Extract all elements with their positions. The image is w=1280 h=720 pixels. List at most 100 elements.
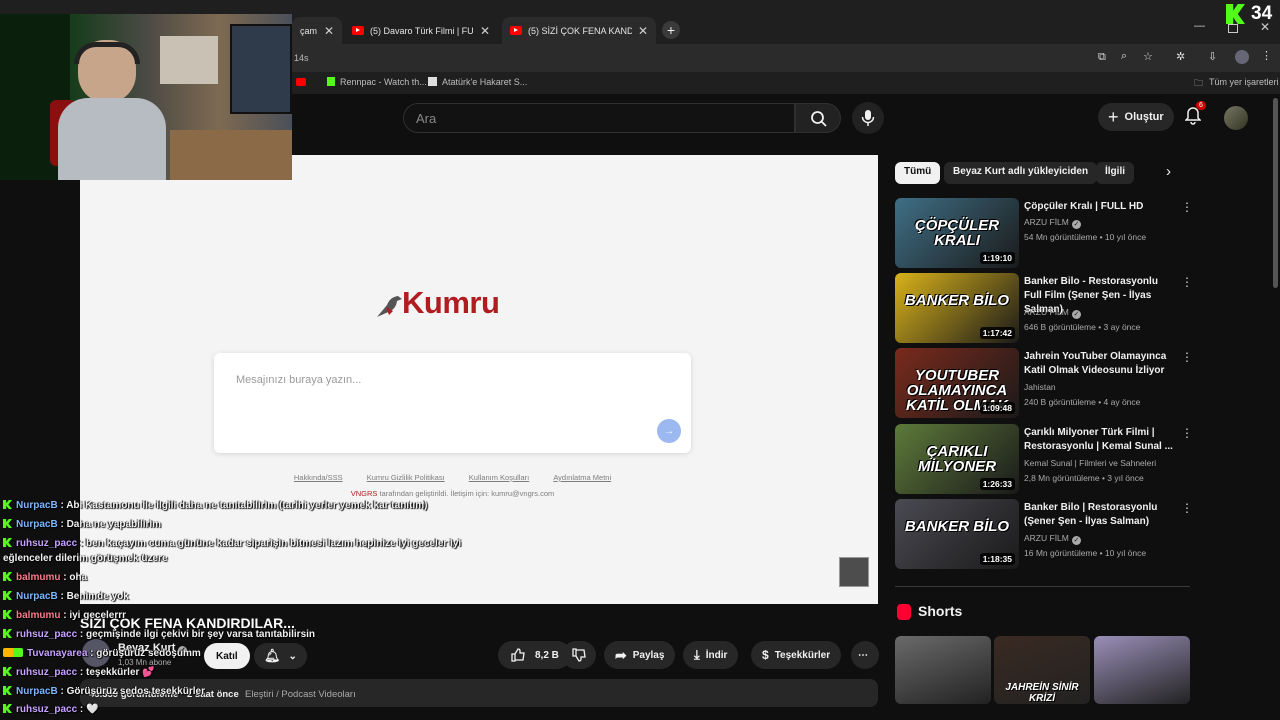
account-avatar[interactable] [1224,106,1248,130]
channel-name-text: ARZU FİLM [1024,533,1069,543]
video-thumbnail[interactable]: BANKER BİLO 1:17:42 [895,273,1019,343]
close-tab-icon[interactable]: ✕ [480,24,490,38]
profile-icon[interactable] [1235,50,1249,64]
chat-separator: : [57,500,67,511]
maximize-button[interactable] [1228,24,1238,33]
close-tab-icon[interactable]: ✕ [638,24,648,38]
all-bookmarks-link[interactable]: Tüm yer işaretleri [1209,77,1279,87]
recommendation-item[interactable]: ÇÖPÇÜLER KRALI 1:19:10 Çöpçüler Kralı | … [895,198,1195,268]
notification-badge: 6 [1196,101,1206,110]
send-button[interactable]: → [657,419,681,443]
notifications-button[interactable]: 6 [1184,101,1206,130]
kick-badge-icon [3,538,12,547]
video-title[interactable]: Jahrein YouTuber Olamayınca Katil Olmak … [1024,350,1174,378]
chat-username[interactable]: NurpacB [16,591,58,602]
youtube-bookmark-icon[interactable] [296,78,306,86]
channel-watermark-icon[interactable] [839,557,869,587]
video-title[interactable]: Çöpçüler Kralı | FULL HD [1024,200,1174,214]
recommendation-item[interactable]: BANKER BİLO 1:17:42 Banker Bilo - Restor… [895,273,1195,343]
shorts-heading: Shorts [918,603,963,619]
more-options-icon[interactable]: ⋮ [1181,426,1193,440]
chat-username[interactable]: NurpacB [16,519,58,530]
extensions-icon[interactable]: ✲ [1176,50,1185,63]
chat-username[interactable]: ruhsuz_pacc [16,667,77,678]
dislike-button[interactable] [562,641,596,669]
zoom-icon[interactable]: ⌕ [1121,50,1127,63]
chip-all[interactable]: Tümü [895,162,941,184]
video-thumbnail[interactable]: YOUTUBER OLAMAYINCA KATİL OLMAK 1:09:48 [895,348,1019,418]
voice-search-button[interactable] [852,102,884,134]
chip-uploader[interactable]: Beyaz Kurt adlı yükleyiciden [944,162,1098,184]
video-thumbnail[interactable]: BANKER BİLO 1:18:35 [895,499,1019,569]
video-player[interactable]: Kumru Mesajınızı buraya yazın... → Hakkı… [80,155,878,604]
channel-name[interactable]: ARZU FİLM ✓ [1024,217,1081,229]
recommendation-item[interactable]: YOUTUBER OLAMAYINCA KATİL OLMAK 1:09:48 … [895,348,1195,418]
channel-name[interactable]: ARZU FİLM ✓ [1024,307,1081,319]
new-tab-button[interactable]: + [662,21,680,39]
search-icon [811,111,827,127]
vngrs-link[interactable]: VNGRS [351,489,378,498]
download-button[interactable]: ⤓ İndir [683,641,739,669]
search-button[interactable] [795,103,841,133]
short-thumbnail[interactable]: JAHREİN SİNİR KRİZİ [994,636,1090,704]
video-thumbnail[interactable]: ÇÖPÇÜLER KRALI 1:19:10 [895,198,1019,268]
privacy-link[interactable]: Kumru Gizlilik Politikası [367,473,445,482]
channel-name[interactable]: ARZU FİLM ✓ [1024,533,1081,545]
browser-tab-active[interactable]: (5) SİZİ ÇOK FENA KANDIRDILAR... ✕ [502,17,656,44]
thanks-button[interactable]: $ Teşekkürler [751,641,842,669]
chat-username[interactable]: NurpacB [16,686,58,697]
chat-username[interactable]: NurpacB [16,500,58,511]
video-thumbnail[interactable]: ÇARIKLI MİLYONER 1:26:33 [895,424,1019,494]
more-options-icon[interactable]: ⋮ [1181,275,1193,289]
message-input[interactable]: Mesajınızı buraya yazın... → [214,353,691,453]
about-link[interactable]: Hakkında/SSS [294,473,343,482]
chip-related[interactable]: İlgili [1096,162,1134,184]
channel-name[interactable]: Jahistan [1024,382,1056,392]
more-actions-button[interactable]: ⋯ [851,641,879,669]
chevron-right-icon[interactable]: › [1166,163,1171,180]
join-button[interactable]: Katıl [204,643,250,669]
scrollbar-thumb[interactable] [1273,98,1278,288]
like-button[interactable]: 8,2 B [498,641,571,669]
chat-username[interactable]: Tuvanayarea [27,648,87,659]
short-thumbnail[interactable] [895,636,991,704]
video-meta: 54 Mn görüntüleme • 10 yıl önce [1024,232,1147,242]
video-meta: 240 B görüntüleme • 4 ay önce [1024,397,1141,407]
cast-icon[interactable]: ⧉ [1098,51,1106,64]
bookmark-link[interactable]: Atatürk'e Hakaret S... [442,77,527,87]
browser-menu-icon[interactable]: ⋮ [1261,49,1272,62]
create-button[interactable]: + Oluştur [1098,103,1174,131]
arrow-right-icon: → [664,425,674,437]
more-options-icon[interactable]: ⋮ [1181,350,1193,364]
chat-username[interactable]: balmumu [16,610,60,621]
channel-name[interactable]: Kemal Sunal | Filmleri ve Sahneleri [1024,458,1156,468]
url-field[interactable]: 14s [294,53,309,63]
video-category[interactable]: Eleştiri / Podcast Videoları [245,689,356,700]
search-input[interactable]: Ara [403,103,795,133]
downloads-icon[interactable]: ⇩ [1208,50,1217,63]
page-scrollbar[interactable] [1271,94,1280,720]
short-thumbnail[interactable] [1094,636,1190,704]
chat-username[interactable]: ruhsuz_pacc [16,629,77,640]
video-title[interactable]: Çarıklı Milyoner Türk Filmi | Restorasyo… [1024,426,1174,454]
video-title[interactable]: Banker Bilo | Restorasyonlu (Şener Şen -… [1024,501,1174,529]
browser-tab[interactable]: (5) Davaro Türk Filmi | FULL | 4K ✕ [344,17,498,44]
chat-username[interactable]: balmumu [16,572,60,583]
chat-username[interactable]: ruhsuz_pacc [16,538,77,549]
bookmark-link[interactable]: Rennpac - Watch th... [340,77,427,87]
terms-link[interactable]: Kullanım Koşulları [469,473,529,482]
recommendation-item[interactable]: BANKER BİLO 1:18:35 Banker Bilo | Restor… [895,499,1195,569]
chat-username[interactable]: ruhsuz_pacc [16,704,77,715]
disclosure-link[interactable]: Aydınlatma Metni [553,473,611,482]
minimize-button[interactable]: — [1194,20,1205,32]
browser-tab[interactable]: çam K ✕ [292,17,342,44]
share-button[interactable]: ➦ Paylaş [604,641,676,669]
more-options-icon[interactable]: ⋮ [1181,200,1193,214]
recommendation-item[interactable]: ÇARIKLI MİLYONER 1:26:33 Çarıklı Milyone… [895,424,1195,494]
more-options-icon[interactable]: ⋮ [1181,501,1193,515]
kick-bookmark-icon [327,77,335,86]
subscribe-bell-button[interactable]: 🔔︎ ⌄ [254,643,307,669]
chat-text: teşekkürler 💕 [86,667,155,678]
close-tab-icon[interactable]: ✕ [324,24,334,38]
bookmark-star-icon[interactable]: ☆ [1143,50,1153,63]
